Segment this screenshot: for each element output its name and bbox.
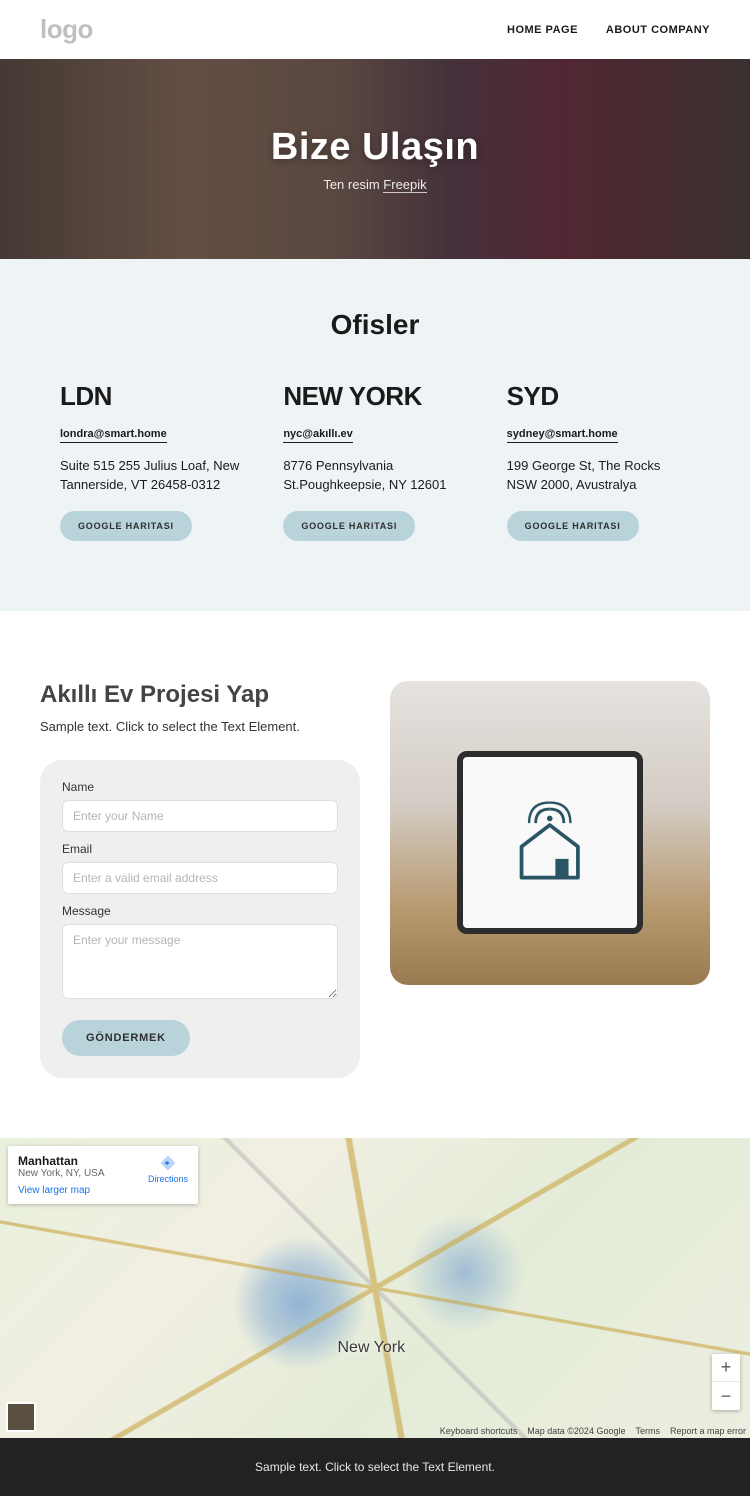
office-ldn: LDN londra@smart.home Suite 515 255 Juli… (60, 381, 243, 541)
site-footer: Sample text. Click to select the Text El… (0, 1438, 750, 1496)
smart-home-icon (502, 795, 597, 889)
office-address: Suite 515 255 Julius Loaf, New Tannersid… (60, 457, 243, 495)
map-section[interactable]: New York Manhattan New York, NY, USA Vie… (0, 1138, 750, 1438)
label-message: Message (62, 904, 338, 918)
hero-caption-link[interactable]: Freepik (383, 177, 426, 193)
main-nav: HOME PAGE ABOUT COMPANY (507, 24, 710, 36)
zoom-out-button[interactable]: − (712, 1382, 740, 1410)
map-data-copyright: Map data ©2024 Google (527, 1426, 625, 1436)
input-message[interactable] (62, 924, 338, 999)
form-column: Akıllı Ev Projesi Yap Sample text. Click… (40, 681, 360, 1078)
hero-caption: Ten resim Freepik (323, 177, 426, 192)
form-subtext: Sample text. Click to select the Text El… (40, 719, 360, 734)
input-name[interactable] (62, 800, 338, 832)
map-keyboard-shortcuts[interactable]: Keyboard shortcuts (440, 1426, 518, 1436)
office-city: NEW YORK (283, 381, 466, 412)
form-heading: Akıllı Ev Projesi Yap (40, 681, 360, 709)
google-maps-button[interactable]: GOOGLE HARITASI (60, 511, 192, 541)
offices-heading: Ofisler (60, 309, 690, 341)
office-address: 199 George St, The Rocks NSW 2000, Avust… (507, 457, 690, 495)
office-city: LDN (60, 381, 243, 412)
hero-banner: Bize Ulaşın Ten resim Freepik (0, 59, 750, 259)
directions-button[interactable]: Directions (148, 1154, 188, 1184)
office-nyc: NEW YORK nyc@akıllı.ev 8776 Pennsylvania… (283, 381, 466, 541)
nav-home[interactable]: HOME PAGE (507, 24, 578, 36)
office-email[interactable]: nyc@akıllı.ev (283, 428, 352, 443)
hero-title: Bize Ulaşın (271, 126, 479, 169)
contact-form-section: Akıllı Ev Projesi Yap Sample text. Click… (0, 611, 750, 1138)
site-header: logo HOME PAGE ABOUT COMPANY (0, 0, 750, 59)
smart-home-illustration (390, 681, 710, 986)
office-email[interactable]: sydney@smart.home (507, 428, 618, 443)
submit-button[interactable]: GÖNDERMEK (62, 1020, 190, 1056)
map-zoom-controls: + − (712, 1354, 740, 1410)
map-attribution: Keyboard shortcuts Map data ©2024 Google… (440, 1426, 746, 1436)
office-city: SYD (507, 381, 690, 412)
directions-label: Directions (148, 1174, 188, 1184)
google-maps-button[interactable]: GOOGLE HARITASI (283, 511, 415, 541)
illustration-column (390, 681, 710, 986)
office-syd: SYD sydney@smart.home 199 George St, The… (507, 381, 690, 541)
map-report-link[interactable]: Report a map error (670, 1426, 746, 1436)
footer-text: Sample text. Click to select the Text El… (255, 1460, 495, 1474)
map-info-card: Manhattan New York, NY, USA View larger … (8, 1146, 198, 1204)
map-city-label: New York (338, 1339, 406, 1357)
form-box: Name Email Message GÖNDERMEK (40, 760, 360, 1078)
map-terms-link[interactable]: Terms (635, 1426, 660, 1436)
logo[interactable]: logo (40, 14, 93, 45)
tablet-graphic (457, 751, 643, 934)
label-name: Name (62, 780, 338, 794)
map-satellite-toggle[interactable] (6, 1402, 36, 1432)
office-grid: LDN londra@smart.home Suite 515 255 Juli… (60, 381, 690, 541)
directions-icon (159, 1154, 177, 1172)
office-email[interactable]: londra@smart.home (60, 428, 167, 443)
office-address: 8776 Pennsylvania St.Poughkeepsie, NY 12… (283, 457, 466, 495)
label-email: Email (62, 842, 338, 856)
view-larger-map-link[interactable]: View larger map (18, 1185, 90, 1196)
nav-about[interactable]: ABOUT COMPANY (606, 24, 710, 36)
google-maps-button[interactable]: GOOGLE HARITASI (507, 511, 639, 541)
offices-section: Ofisler LDN londra@smart.home Suite 515 … (0, 259, 750, 611)
zoom-in-button[interactable]: + (712, 1354, 740, 1382)
hero-caption-prefix: Ten resim (323, 177, 383, 192)
input-email[interactable] (62, 862, 338, 894)
